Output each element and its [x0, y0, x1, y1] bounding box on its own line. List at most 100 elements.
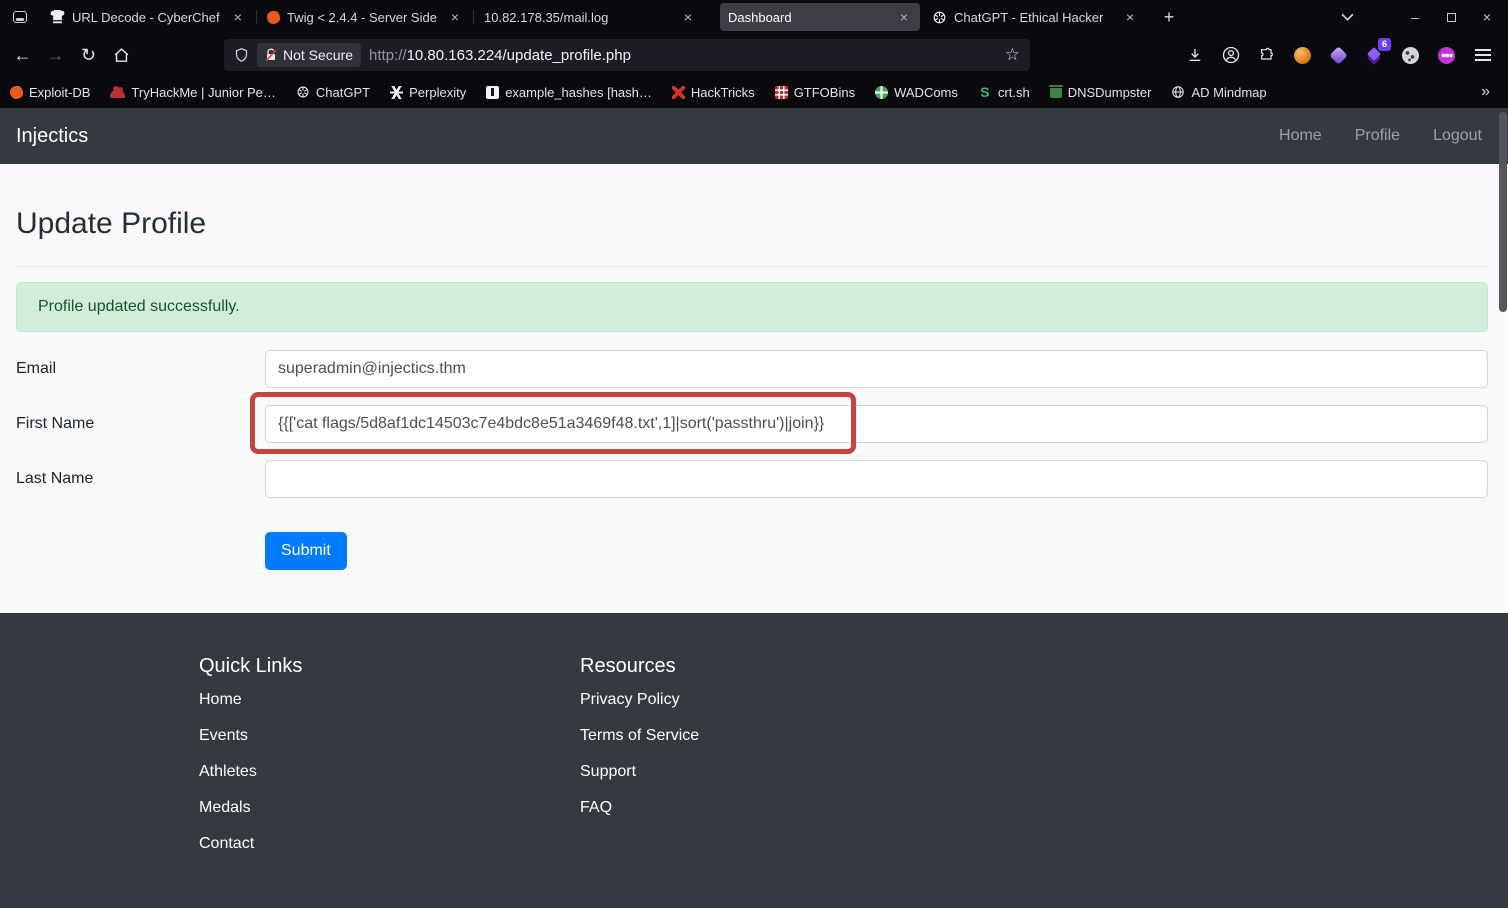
tab-mail-log[interactable]: 10.82.178.35/mail.log × [476, 3, 704, 31]
footer-link-faq[interactable]: FAQ [580, 799, 961, 817]
close-window-button[interactable]: × [1480, 9, 1494, 25]
bookmark-label: AD Mindmap [1191, 85, 1266, 100]
bookmark-wadcoms[interactable]: WADComs [875, 85, 958, 100]
url-text: http://10.80.163.224/update_profile.php [369, 47, 631, 64]
back-button[interactable]: ← [6, 40, 39, 70]
tab-close-icon[interactable]: × [447, 9, 463, 25]
tab-dashboard-active[interactable]: Dashboard × [720, 3, 920, 31]
hashcat-icon [486, 86, 499, 99]
tab-close-icon[interactable]: × [1122, 9, 1138, 25]
bookmark-crtsh[interactable]: crt.sh [978, 85, 1030, 100]
bookmark-exploitdb[interactable]: Exploit-DB [10, 85, 90, 100]
footer-link-support[interactable]: Support [580, 763, 961, 781]
extension-badge: 6 [1378, 38, 1391, 51]
bookmark-example-hashes[interactable]: example_hashes [hash… [486, 85, 652, 100]
wappalyzer-button[interactable]: 6 [1359, 40, 1390, 70]
nav-link-logout[interactable]: Logout [1433, 127, 1482, 145]
bookmark-label: TryHackMe | Junior Pe… [131, 85, 276, 100]
menu-button[interactable] [1467, 40, 1498, 70]
bookmarks-overflow-chevron[interactable]: » [1481, 83, 1490, 101]
tab-separator [256, 10, 257, 24]
nav-link-home[interactable]: Home [1279, 127, 1322, 145]
first-name-field[interactable] [265, 405, 1488, 443]
security-chip-label: Not Secure [283, 47, 353, 63]
footer-link-privacy-policy[interactable]: Privacy Policy [580, 691, 961, 709]
orange-proxy-icon [1294, 47, 1311, 64]
forward-button[interactable]: → [39, 40, 72, 70]
list-all-tabs-chevron-icon[interactable] [1332, 13, 1362, 21]
bookmark-dnsdumpster[interactable]: DNSDumpster [1050, 85, 1152, 100]
tryhackme-icon [110, 90, 125, 98]
footer-link-home[interactable]: Home [199, 691, 580, 709]
bookmark-star-icon[interactable]: ☆ [1005, 45, 1020, 65]
minimize-button[interactable]: – [1408, 9, 1422, 25]
bookmark-hacktricks[interactable]: HackTricks [672, 85, 755, 100]
tab-twig-exploit[interactable]: Twig < 2.4.4 - Server Side × [259, 3, 471, 31]
hamburger-menu-icon [1475, 49, 1491, 61]
new-tab-button[interactable]: + [1154, 4, 1184, 30]
tracking-shield-icon[interactable] [234, 47, 249, 63]
bookmark-ad-mindmap[interactable]: AD Mindmap [1171, 85, 1266, 100]
site-brand[interactable]: Injectics [16, 125, 88, 148]
heading-divider [16, 266, 1488, 267]
footer-link-athletes[interactable]: Athletes [199, 763, 580, 781]
nav-link-profile[interactable]: Profile [1355, 127, 1400, 145]
bookmarks-bar: Exploit-DB TryHackMe | Junior Pe… ChatGP… [0, 76, 1508, 108]
footer-resources-column: Resources Privacy Policy Terms of Servic… [580, 655, 961, 871]
site-footer: Quick Links Home Events Athletes Medals … [0, 613, 1508, 908]
scrollbar-thumb[interactable] [1499, 112, 1507, 312]
globe-icon [1171, 85, 1185, 99]
bookmark-chatgpt[interactable]: ChatGPT [296, 85, 370, 100]
firefox-view-button[interactable] [6, 4, 34, 30]
footer-link-medals[interactable]: Medals [199, 799, 580, 817]
tab-cyberchef[interactable]: URL Decode - CyberChef × [42, 3, 254, 31]
bookmark-tryhackme[interactable]: TryHackMe | Junior Pe… [110, 85, 276, 100]
security-chip[interactable]: Not Secure [257, 43, 361, 67]
purple-diamond-icon [1329, 46, 1347, 64]
first-name-label: First Name [16, 415, 265, 433]
bookmark-label: GTFOBins [794, 85, 855, 100]
email-field[interactable] [265, 350, 1488, 388]
diamond-extension-button[interactable] [1323, 40, 1354, 70]
update-profile-form: Email First Name Last Name Submit [16, 350, 1488, 570]
openai-icon [932, 10, 947, 25]
bookmark-label: example_hashes [hash… [505, 85, 652, 100]
last-name-label: Last Name [16, 470, 265, 488]
bookmark-perplexity[interactable]: Perplexity [390, 85, 466, 100]
bookmark-label: Exploit-DB [29, 85, 90, 100]
footer-link-contact[interactable]: Contact [199, 835, 580, 853]
maximize-button[interactable] [1444, 13, 1458, 22]
cookie-editor-button[interactable] [1395, 40, 1426, 70]
cyberchef-chef-hat-icon [50, 10, 65, 24]
home-button[interactable] [105, 40, 138, 70]
footer-link-terms-of-service[interactable]: Terms of Service [580, 727, 961, 745]
proxy-extension-button[interactable] [1287, 40, 1318, 70]
last-name-field[interactable] [265, 460, 1488, 498]
cookie-icon [1402, 47, 1419, 64]
tab-close-icon[interactable]: × [680, 9, 696, 25]
exploitdb-icon [267, 11, 280, 24]
hacktricks-icon [672, 86, 685, 99]
navigation-toolbar: ← → ↻ Not Secure http://10.80.163.224/up… [0, 34, 1508, 76]
footer-link-events[interactable]: Events [199, 727, 580, 745]
download-icon [1187, 47, 1203, 63]
bookmark-label: DNSDumpster [1068, 85, 1152, 100]
submit-button[interactable]: Submit [265, 532, 347, 570]
tab-close-icon[interactable]: × [896, 9, 912, 25]
extensions-button[interactable] [1251, 40, 1282, 70]
url-bar[interactable]: Not Secure http://10.80.163.224/update_p… [224, 39, 1030, 71]
hacktools-button[interactable] [1431, 40, 1462, 70]
footer-column-heading: Quick Links [199, 655, 580, 678]
tab-title: ChatGPT - Ethical Hacker [954, 10, 1115, 25]
page-scrollbar[interactable] [1498, 108, 1508, 908]
footer-quick-links-column: Quick Links Home Events Athletes Medals … [199, 655, 580, 871]
bookmark-label: WADComs [894, 85, 958, 100]
tab-chatgpt[interactable]: ChatGPT - Ethical Hacker × [924, 3, 1146, 31]
crtsh-icon [978, 85, 992, 99]
tab-close-icon[interactable]: × [230, 9, 246, 25]
account-button[interactable] [1215, 40, 1246, 70]
downloads-button[interactable] [1179, 40, 1210, 70]
bookmark-gtfobins[interactable]: GTFOBins [775, 85, 855, 100]
perplexity-icon [390, 86, 403, 99]
reload-button[interactable]: ↻ [72, 40, 105, 70]
